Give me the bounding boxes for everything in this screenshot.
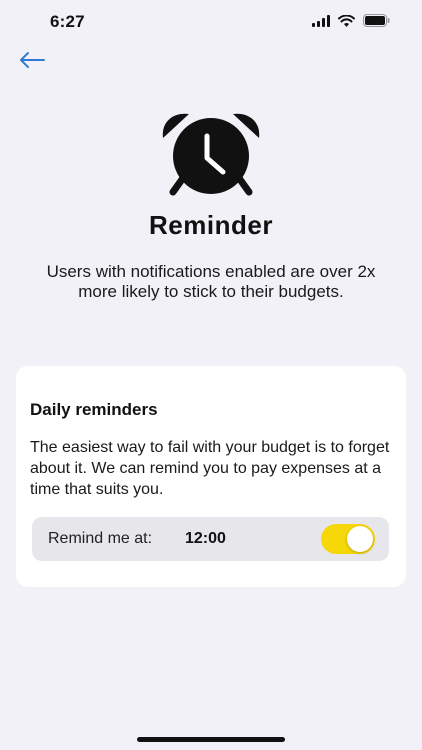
- wifi-icon: [338, 14, 355, 32]
- reminder-toggle[interactable]: [321, 524, 375, 554]
- status-bar: 6:27: [0, 0, 422, 44]
- daily-reminders-card: Daily reminders The easiest way to fail …: [16, 366, 406, 587]
- arrow-left-icon: [19, 51, 45, 74]
- card-description: The easiest way to fail with your budget…: [30, 439, 390, 498]
- remind-label: Remind me at:: [48, 530, 153, 547]
- page-subtitle: Users with notifications enabled are ove…: [46, 262, 376, 301]
- back-button[interactable]: [18, 48, 46, 76]
- card-title: Daily reminders: [30, 400, 158, 419]
- toggle-knob: [347, 526, 373, 552]
- remind-time-row[interactable]: Remind me at: 12:00: [32, 517, 389, 561]
- battery-icon: [363, 14, 390, 32]
- status-time: 6:27: [50, 12, 85, 31]
- home-indicator: [137, 737, 285, 742]
- alarm-clock-icon: [159, 108, 263, 196]
- signal-icon: [312, 14, 330, 32]
- page-title: Reminder: [149, 210, 273, 240]
- status-icons: [312, 14, 390, 32]
- remind-time-value[interactable]: 12:00: [185, 530, 226, 548]
